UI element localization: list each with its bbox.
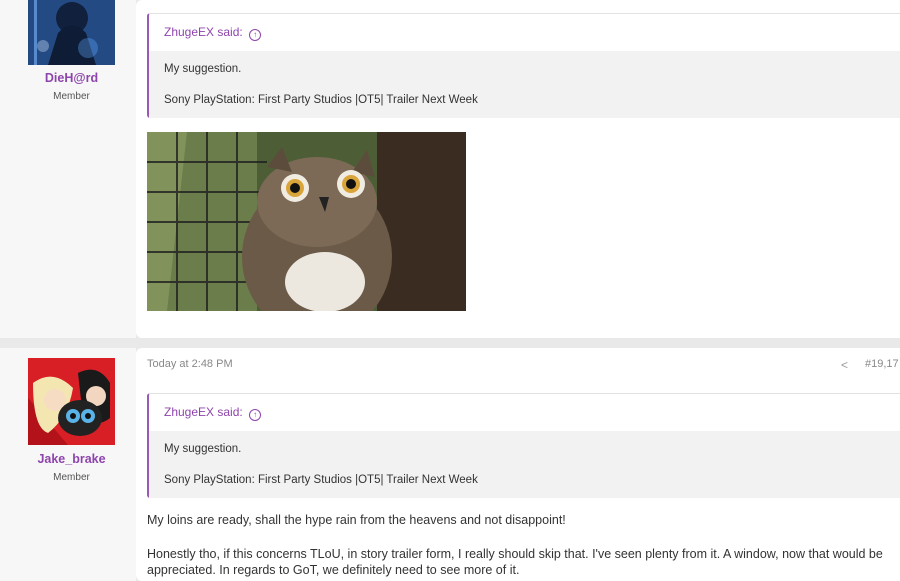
- quote-author[interactable]: ZhugeEX said:: [164, 25, 243, 39]
- post-body: My loins are ready, shall the hype rain …: [147, 512, 900, 578]
- avatar-image: [28, 0, 115, 65]
- username[interactable]: DieH@rd: [0, 71, 143, 85]
- post-meta: Today at 2:48 PM < #19,17: [147, 358, 900, 372]
- user-title: Member: [53, 472, 90, 483]
- quote-header[interactable]: ZhugeEX said: ↑: [149, 14, 900, 51]
- arrow-up-circle-icon[interactable]: ↑: [249, 29, 262, 41]
- quote-line: Sony PlayStation: First Party Studios |O…: [164, 94, 478, 106]
- post: DieH@rd Member ZhugeEX said: ↑ My sugges…: [0, 0, 900, 338]
- post-timestamp[interactable]: Today at 2:48 PM: [147, 358, 233, 370]
- post-user-column: Jake_brake Member: [0, 348, 136, 581]
- quote-line: My suggestion.: [164, 63, 242, 75]
- post-user-column: DieH@rd Member: [0, 0, 136, 338]
- owl-image: [147, 132, 466, 311]
- owl-gif-image[interactable]: [147, 132, 466, 311]
- avatar[interactable]: [28, 358, 115, 445]
- quote-body: My suggestion. Sony PlayStation: First P…: [149, 431, 900, 498]
- username[interactable]: Jake_brake: [0, 452, 143, 466]
- post-number[interactable]: #19,17: [865, 358, 899, 370]
- quote-line: My suggestion.: [164, 443, 242, 455]
- post-paragraph: Honestly tho, if this concerns TLoU, in …: [147, 547, 883, 577]
- user-title: Member: [53, 91, 90, 102]
- avatar-image: [28, 358, 115, 445]
- quote-block: ZhugeEX said: ↑ My suggestion. Sony Play…: [147, 393, 900, 498]
- avatar[interactable]: [28, 0, 115, 65]
- quote-body: My suggestion. Sony PlayStation: First P…: [149, 51, 900, 118]
- arrow-up-circle-icon[interactable]: ↑: [249, 409, 262, 421]
- post-paragraph: My loins are ready, shall the hype rain …: [147, 513, 566, 527]
- quote-block: ZhugeEX said: ↑ My suggestion. Sony Play…: [147, 13, 900, 118]
- share-icon[interactable]: <: [841, 358, 848, 372]
- post-content: Today at 2:48 PM < #19,17 ZhugeEX said: …: [136, 348, 900, 581]
- quote-author[interactable]: ZhugeEX said:: [164, 405, 243, 419]
- quote-header[interactable]: ZhugeEX said: ↑: [149, 394, 900, 431]
- quote-line: Sony PlayStation: First Party Studios |O…: [164, 474, 478, 486]
- post-content: ZhugeEX said: ↑ My suggestion. Sony Play…: [136, 0, 900, 338]
- post: Jake_brake Member Today at 2:48 PM < #19…: [0, 348, 900, 581]
